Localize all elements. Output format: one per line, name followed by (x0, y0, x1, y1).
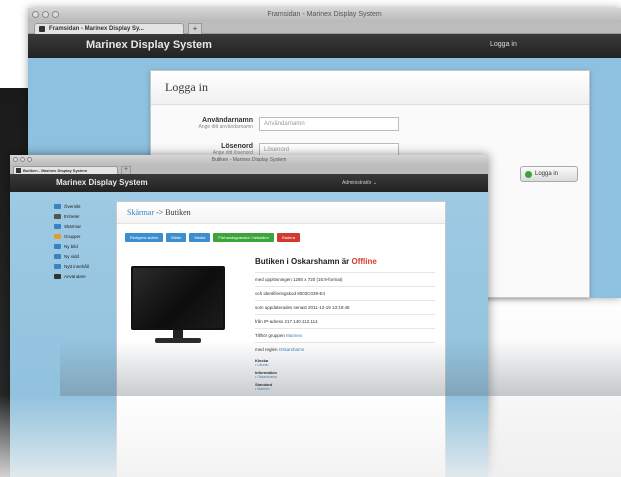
action-toolbar: Redigera skärm Bilder Media Förhandsgranska… (125, 233, 300, 242)
brand-logo[interactable]: Marinex Display System (56, 178, 148, 187)
minimize-window-button[interactable] (20, 157, 25, 162)
username-input[interactable]: Användarnamn (259, 117, 399, 131)
screens-icon (54, 223, 61, 229)
resolution-line: med upplösningen 1280 x 720 (16:9-format… (255, 272, 435, 286)
sidebar-nav: Översikt Enheter Skärmar Grupper Ny bild Ny v… (54, 201, 116, 281)
password-label: Lösenord (221, 143, 253, 150)
content-icon (54, 263, 61, 269)
sidebar-item-3[interactable]: Grupper (54, 231, 116, 241)
tab-butiken[interactable]: Butiken - Marinex Display System (13, 166, 118, 174)
video-icon (54, 253, 61, 259)
new-tab-button[interactable]: + (188, 23, 202, 34)
close-window-button[interactable] (32, 11, 39, 18)
window-titlebar: Framsidan - Marinex Display System (28, 8, 621, 22)
login-submit-button[interactable]: Logga in (520, 166, 578, 182)
ip-line: från IP-adress 217.140.112.114 (255, 314, 435, 328)
tab-bar: Butiken - Marinex Display System + (10, 165, 488, 174)
sidebar-item-label: Ny vidd (64, 253, 80, 259)
window-titlebar: Butiken - Marinex Display System (10, 155, 488, 165)
breadcrumb-current: Butiken (165, 208, 191, 217)
sidebar-item-label: Nytt innehåll (64, 263, 89, 269)
sidebar-item-4[interactable]: Ny bild (54, 241, 116, 251)
minimize-window-button[interactable] (42, 11, 49, 18)
admin-menu[interactable]: Administratör ⌄ (342, 180, 377, 186)
group-prefix: Tillhör gruppen (255, 333, 285, 338)
site-header: Marinex Display System Administratör ⌄ (10, 174, 488, 192)
breadcrumb: Skärmar -> Butiken (117, 202, 445, 224)
browser-window-butiken: Butiken - Marinex Display System Butiken… (10, 155, 488, 477)
toolbar-button-1[interactable]: Bilder (166, 233, 187, 242)
sidebar-item-label: Skärmar (64, 223, 82, 229)
toolbar-button-4[interactable]: Radera (276, 233, 300, 242)
group-link[interactable]: Marinex (286, 333, 302, 338)
sidebar-item-6[interactable]: Nytt innehåll (54, 261, 116, 271)
site-header: Marinex Display System Logga in (28, 34, 621, 58)
close-window-button[interactable] (13, 157, 18, 162)
username-label: Användarnamn (202, 117, 253, 124)
toolbar-button-2[interactable]: Media (189, 233, 211, 242)
zoom-window-button[interactable] (27, 157, 32, 162)
status-badge: Offline (351, 257, 377, 266)
image-icon (54, 243, 61, 249)
zoom-window-button[interactable] (52, 11, 59, 18)
tv-neck (173, 330, 183, 338)
window-controls (13, 157, 32, 162)
screen-heading-text: Butiken i Oskarshamn är (255, 257, 350, 266)
sidebar-item-label: Grupper (64, 233, 81, 239)
username-label-group: Användarnamn Ange ditt användarnamn (199, 117, 253, 130)
sidebar-item-2[interactable]: Skärmar (54, 221, 116, 231)
sidebar-item-label: Ny bild (64, 243, 78, 249)
toolbar-button-0[interactable]: Redigera skärm (125, 233, 164, 242)
home-icon (54, 203, 61, 209)
tab-framsidan[interactable]: Framsidan - Marinex Display Sy... (34, 23, 184, 34)
login-heading: Logga in (151, 71, 589, 105)
tab-bar: Framsidan - Marinex Display Sy... + (28, 22, 621, 34)
folder-icon (54, 233, 61, 239)
identifier-line: och identifieringskod 8003C039-E4 (255, 286, 435, 300)
user-icon (54, 273, 61, 279)
sidebar-item-0[interactable]: Översikt (54, 201, 116, 211)
breadcrumb-parent-link[interactable]: Skärmar (127, 208, 154, 217)
last-updated-line: som uppdaterades senast 2011-12-19 13:19… (255, 300, 435, 314)
page-body: Översikt Enheter Skärmar Grupper Ny bild Ny v… (10, 192, 488, 477)
sidebar-item-label: Enheter (64, 213, 80, 219)
breadcrumb-separator: -> (156, 208, 164, 217)
window-controls (32, 11, 59, 18)
sidebar-item-1[interactable]: Enheter (54, 211, 116, 221)
monitor-icon (54, 213, 61, 219)
window-title: Butiken - Marinex Display System (211, 157, 287, 163)
toolbar-button-3[interactable]: Förhandsgranska i helskärm (213, 233, 274, 242)
sidebar-item-7[interactable]: Användare (54, 271, 116, 281)
window-title: Framsidan - Marinex Display System (267, 11, 382, 18)
sidebar-item-label: Användare (64, 273, 86, 279)
screen-heading: Butiken i Oskarshamn är Offline (255, 257, 435, 266)
login-link[interactable]: Logga in (490, 41, 517, 48)
brand-logo[interactable]: Marinex Display System (86, 39, 212, 51)
username-hint: Ange ditt användarnamn (198, 124, 253, 130)
sidebar-item-5[interactable]: Ny vidd (54, 251, 116, 261)
tv-screen (131, 266, 225, 330)
new-tab-button[interactable]: + (121, 166, 131, 174)
screen-detail-card: Skärmar -> Butiken Redigera skärm Bilder M… (116, 201, 446, 477)
reflection-band (60, 340, 621, 396)
sidebar-item-label: Översikt (64, 203, 81, 209)
